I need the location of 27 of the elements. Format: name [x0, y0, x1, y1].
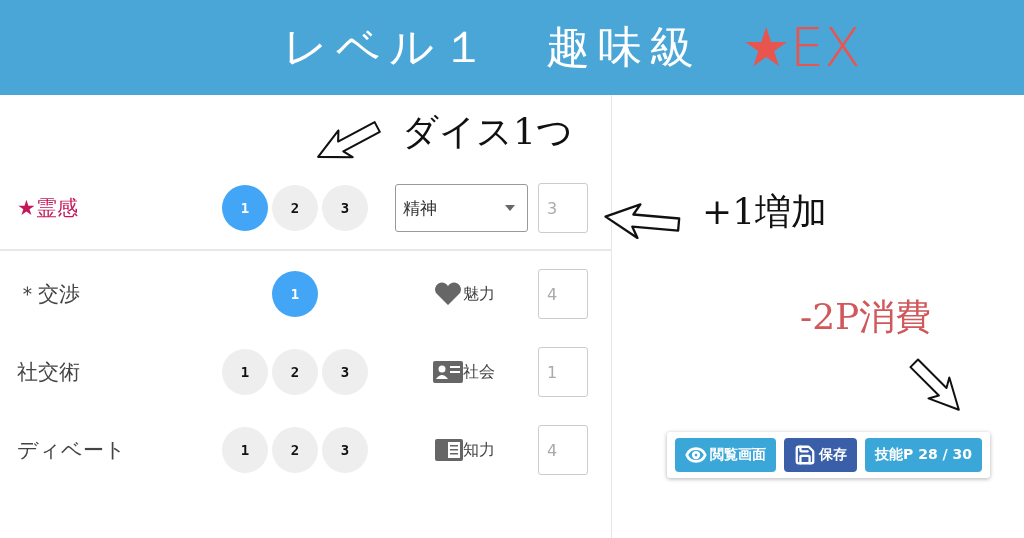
eye-icon [685, 444, 707, 466]
attribute-label: 魅力 [463, 283, 495, 305]
skill-name: ＊交渉 [17, 281, 81, 308]
dice-button[interactable]: 3 [322, 349, 368, 395]
annotation-text: +1増加 [702, 190, 828, 234]
skill-name: ★霊感 [17, 195, 79, 222]
save-button[interactable]: 保存 [784, 438, 857, 472]
level-title: レベル１ 趣味級 [282, 20, 702, 74]
caret-icon [505, 205, 515, 211]
annotation-text: ダイス1つ [402, 110, 573, 154]
book-icon [435, 439, 463, 461]
attribute-label: 知力 [463, 439, 495, 461]
dice-button[interactable]: 3 [322, 185, 368, 231]
dice-button[interactable]: 1 [222, 349, 268, 395]
dice-button[interactable]: 1 [222, 427, 268, 473]
dice-button[interactable]: 2 [272, 349, 318, 395]
dice-button[interactable]: 2 [272, 185, 318, 231]
id-card-icon [433, 361, 463, 383]
dice-button[interactable]: 3 [322, 427, 368, 473]
attribute-label: 社会 [463, 361, 495, 383]
ex-label: ★EX [741, 16, 862, 79]
annotation-text: -2P消費 [800, 295, 932, 339]
heart-icon [433, 281, 463, 307]
skill-name: 社交術 [17, 359, 81, 386]
dice-button[interactable]: 2 [272, 427, 318, 473]
attribute-select[interactable]: 精神 [395, 184, 528, 232]
skill-name: ディベート [17, 437, 127, 464]
